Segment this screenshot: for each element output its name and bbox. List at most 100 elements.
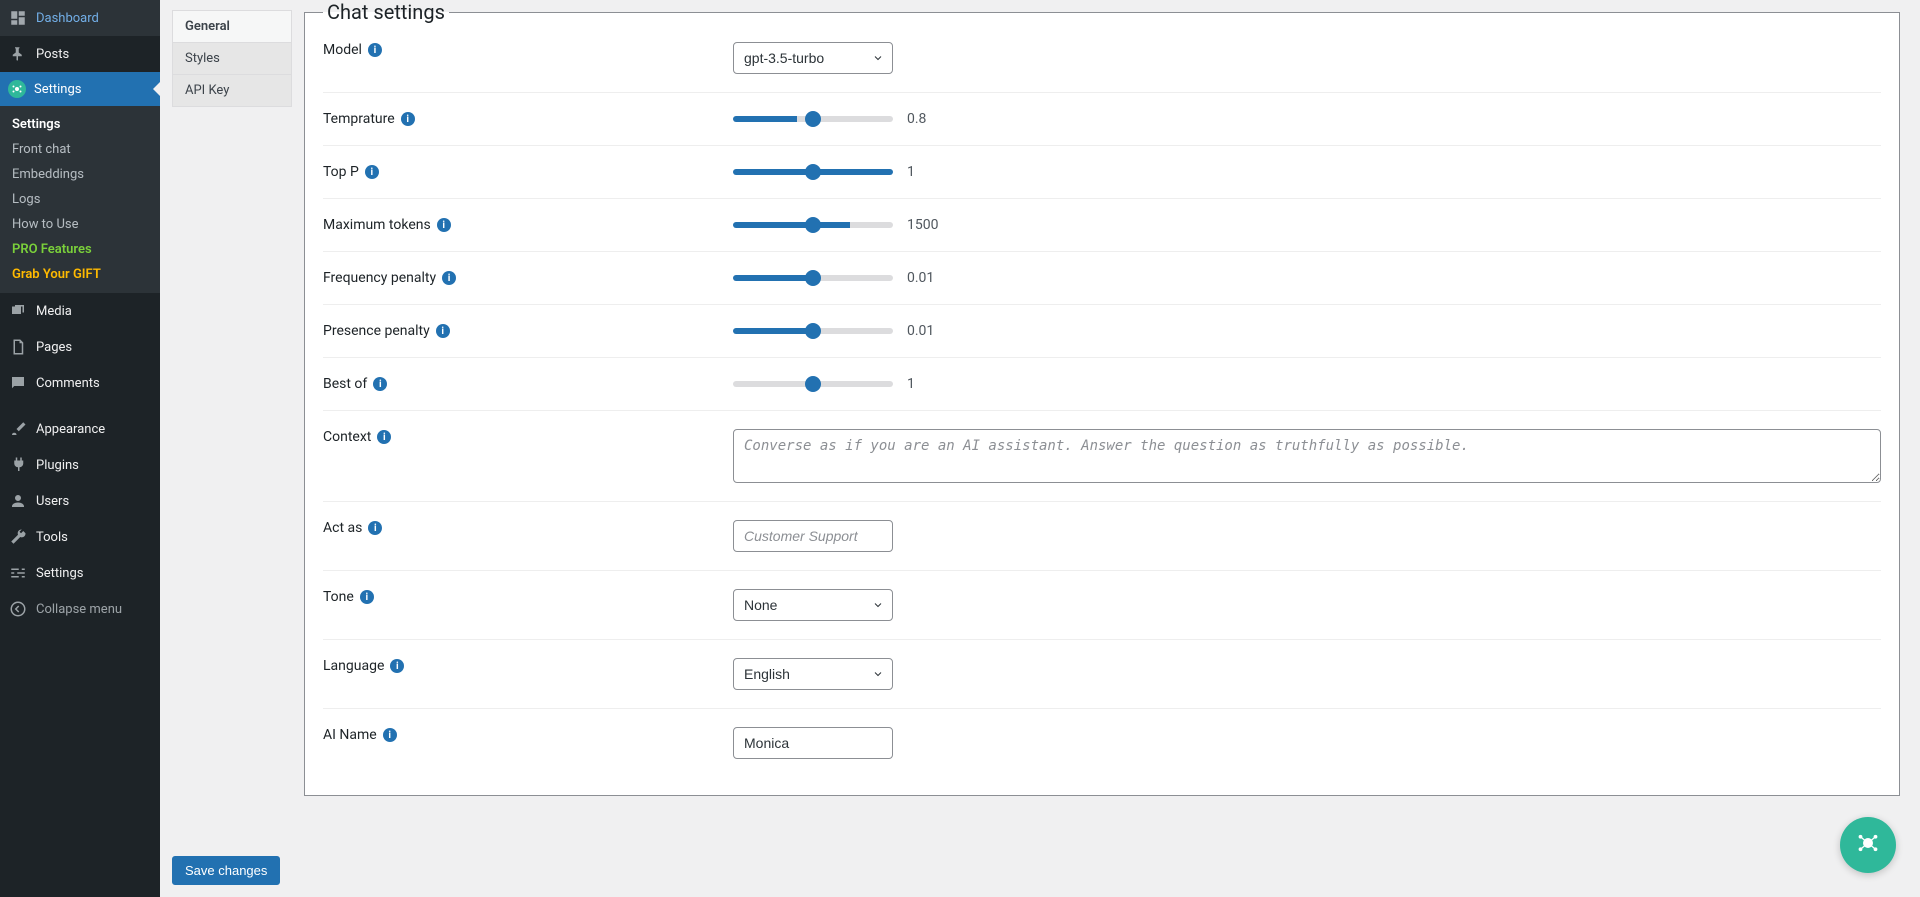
info-icon[interactable]: i [436, 324, 450, 338]
wrench-icon [8, 527, 28, 547]
menu-appearance[interactable]: Appearance [0, 411, 160, 447]
pres-penalty-value: 0.01 [907, 323, 947, 339]
menu-label: Users [36, 494, 69, 509]
menu-label: Dashboard [36, 11, 99, 26]
row-freq-penalty: Frequency penalty i 0.01 [323, 252, 1881, 305]
info-icon[interactable]: i [365, 165, 379, 179]
label-model: Model [323, 42, 362, 58]
max-tokens-slider[interactable] [733, 222, 893, 228]
row-pres-penalty: Presence penalty i 0.01 [323, 305, 1881, 358]
submenu-pro-features[interactable]: PRO Features [0, 237, 160, 262]
model-select[interactable]: gpt-3.5-turbo [733, 42, 893, 74]
submenu-front-chat[interactable]: Front chat [0, 137, 160, 162]
freq-penalty-value: 0.01 [907, 270, 947, 286]
row-context: Context i [323, 411, 1881, 502]
submenu-embeddings[interactable]: Embeddings [0, 162, 160, 187]
menu-tools[interactable]: Tools [0, 519, 160, 555]
settings-subnav: General Styles API Key [172, 0, 292, 897]
menu-comments[interactable]: Comments [0, 365, 160, 401]
row-best-of: Best of i 1 [323, 358, 1881, 411]
label-pres-penalty: Presence penalty [323, 323, 430, 339]
info-icon[interactable]: i [390, 659, 404, 673]
menu-label: Plugins [36, 458, 79, 473]
info-icon[interactable]: i [377, 430, 391, 444]
tone-select[interactable]: None [733, 589, 893, 621]
panel-title: Chat settings [323, 0, 449, 24]
save-button[interactable]: Save changes [172, 856, 280, 885]
menu-label: Appearance [36, 422, 105, 437]
info-icon[interactable]: i [437, 218, 451, 232]
menu-posts[interactable]: Posts [0, 36, 160, 72]
label-tone: Tone [323, 589, 354, 605]
menu-label: Settings [36, 566, 83, 581]
collapse-label: Collapse menu [36, 602, 122, 617]
menu-media[interactable]: Media [0, 293, 160, 329]
submenu-settings[interactable]: Settings [0, 112, 160, 137]
temperature-slider[interactable] [733, 116, 893, 122]
max-tokens-value: 1500 [907, 217, 947, 233]
menu-label: Posts [36, 47, 69, 62]
row-max-tokens: Maximum tokens i 1500 [323, 199, 1881, 252]
info-icon[interactable]: i [368, 521, 382, 535]
collapse-menu[interactable]: Collapse menu [0, 591, 160, 627]
subnav-styles[interactable]: Styles [172, 42, 292, 74]
label-freq-penalty: Frequency penalty [323, 270, 436, 286]
menu-label: Pages [36, 340, 72, 355]
admin-sidebar: Dashboard Posts Settings Settings Front … [0, 0, 160, 897]
media-icon [8, 301, 28, 321]
menu-dashboard[interactable]: Dashboard [0, 0, 160, 36]
info-icon[interactable]: i [442, 271, 456, 285]
plugin-icon [8, 80, 26, 98]
menu-users[interactable]: Users [0, 483, 160, 519]
chat-bubble[interactable] [1840, 817, 1896, 873]
menu-plugins[interactable]: Plugins [0, 447, 160, 483]
menu-label: Settings [34, 82, 81, 97]
ai-name-input[interactable] [733, 727, 893, 759]
freq-penalty-slider[interactable] [733, 275, 893, 281]
menu-label: Media [36, 304, 72, 319]
info-icon[interactable]: i [401, 112, 415, 126]
label-max-tokens: Maximum tokens [323, 217, 431, 233]
submenu: Settings Front chat Embeddings Logs How … [0, 106, 160, 293]
menu-label: Tools [36, 530, 68, 545]
subnav-general[interactable]: General [172, 10, 292, 42]
info-icon[interactable]: i [383, 728, 397, 742]
best-of-slider[interactable] [733, 381, 893, 387]
row-tone: Tone i None [323, 571, 1881, 640]
pres-penalty-slider[interactable] [733, 328, 893, 334]
context-textarea[interactable] [733, 429, 1881, 483]
submenu-logs[interactable]: Logs [0, 187, 160, 212]
top-p-value: 1 [907, 164, 947, 180]
temperature-value: 0.8 [907, 111, 947, 127]
brush-icon [8, 419, 28, 439]
submenu-how-to-use[interactable]: How to Use [0, 212, 160, 237]
label-temperature: Temprature [323, 111, 395, 127]
sliders-icon [8, 563, 28, 583]
menu-label: Comments [36, 376, 100, 391]
act-as-input[interactable] [733, 520, 893, 552]
plug-icon [8, 455, 28, 475]
label-context: Context [323, 429, 371, 445]
menu-plugin-settings[interactable]: Settings [0, 72, 160, 106]
comment-icon [8, 373, 28, 393]
info-icon[interactable]: i [368, 43, 382, 57]
menu-pages[interactable]: Pages [0, 329, 160, 365]
dashboard-icon [8, 8, 28, 28]
row-temperature: Temprature i 0.8 [323, 93, 1881, 146]
row-model: Model i gpt-3.5-turbo [323, 24, 1881, 93]
label-act-as: Act as [323, 520, 362, 536]
submenu-gift[interactable]: Grab Your GIFT [0, 262, 160, 287]
chat-settings-panel: Chat settings Model i gpt-3.5-turbo Temp… [304, 0, 1900, 796]
best-of-value: 1 [907, 376, 947, 392]
label-language: Language [323, 658, 384, 674]
pages-icon [8, 337, 28, 357]
chat-bubble-icon [1853, 828, 1883, 862]
info-icon[interactable]: i [360, 590, 374, 604]
subnav-api-key[interactable]: API Key [172, 74, 292, 107]
row-top-p: Top P i 1 [323, 146, 1881, 199]
menu-settings[interactable]: Settings [0, 555, 160, 591]
info-icon[interactable]: i [373, 377, 387, 391]
language-select[interactable]: English [733, 658, 893, 690]
label-best-of: Best of [323, 376, 367, 392]
top-p-slider[interactable] [733, 169, 893, 175]
